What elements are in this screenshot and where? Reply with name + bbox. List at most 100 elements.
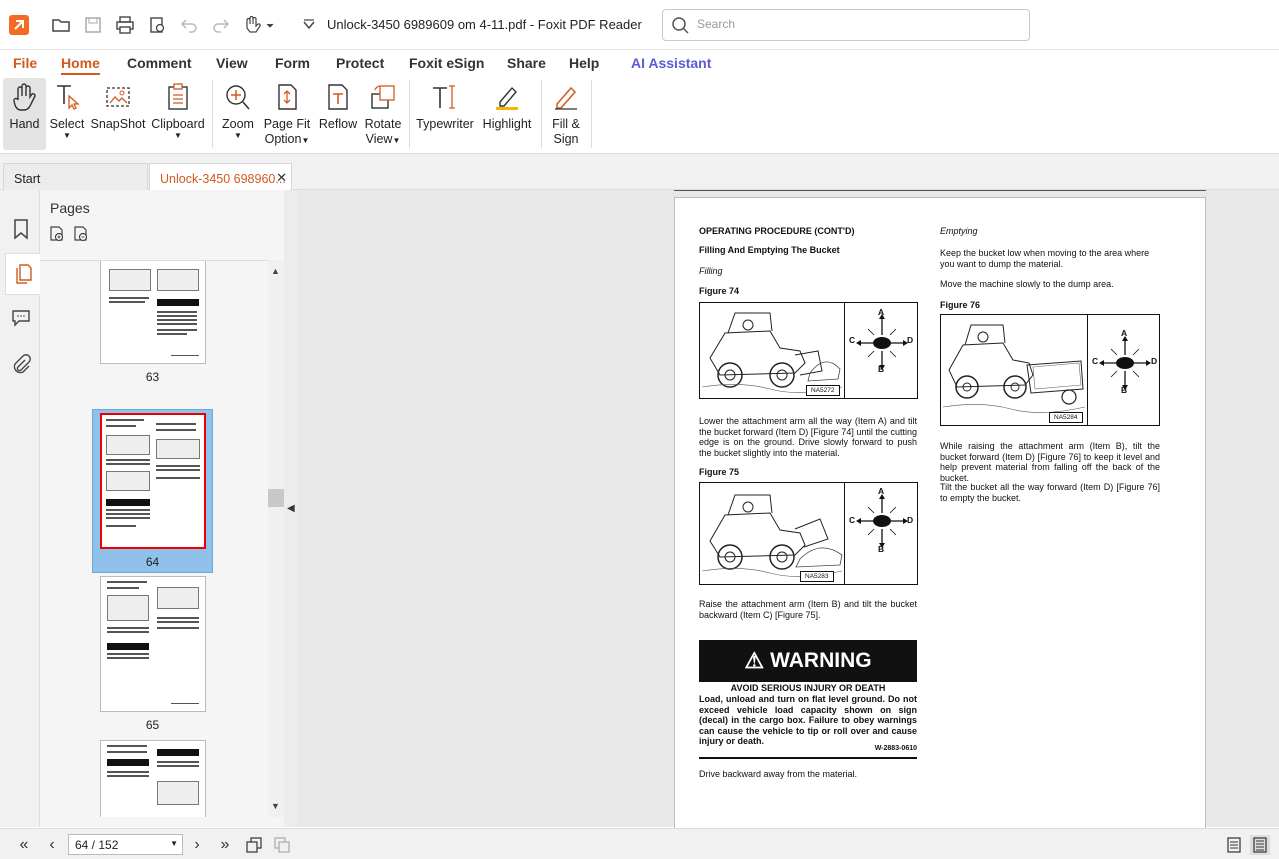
hand-button[interactable]: Hand [3, 78, 46, 150]
snapshot-button[interactable]: SnapShot [91, 78, 145, 150]
thumbnail-zoom-in-icon[interactable] [48, 225, 66, 246]
paragraph-drive-backward: Drive backward away from the material. [699, 769, 858, 779]
page-thumbnail[interactable] [92, 737, 213, 817]
continuous-view-icon[interactable] [1250, 835, 1270, 855]
thumbnail-zoom-out-icon[interactable] [72, 225, 90, 246]
scroll-up-icon[interactable]: ▲ [271, 266, 280, 276]
rotate-view-label: View▼ [365, 132, 401, 146]
menu-protect[interactable]: Protect [336, 55, 384, 71]
menu-help[interactable]: Help [569, 55, 599, 71]
menu-file[interactable]: File [13, 55, 37, 71]
next-view-icon[interactable] [272, 835, 292, 855]
collapse-arrow-icon[interactable]: ◀ [287, 503, 295, 514]
thumbnail-image [99, 261, 206, 364]
quick-access-customize-icon[interactable] [297, 13, 321, 37]
figure-76-label: Figure 76 [940, 300, 981, 310]
undo-icon[interactable] [177, 13, 201, 37]
scrollbar-thumb[interactable] [268, 489, 284, 507]
select-text-icon [52, 80, 82, 114]
bookmark-icon[interactable] [8, 216, 34, 242]
hand-tool-dropdown-icon[interactable] [241, 13, 277, 37]
open-folder-icon[interactable] [49, 13, 73, 37]
utv-bucket-illustration [700, 303, 845, 398]
properties-icon[interactable] [145, 13, 169, 37]
previous-page-icon[interactable]: ‹ [42, 835, 62, 855]
document-view[interactable]: OPERATING PROCEDURE (CONT'D) Filling And… [298, 190, 1279, 837]
rotate-view-button[interactable]: Rotate View▼ [362, 78, 404, 150]
close-tab-icon[interactable]: ✕ [276, 170, 287, 186]
print-icon[interactable] [113, 13, 137, 37]
menu-share[interactable]: Share [507, 55, 546, 71]
search-box[interactable] [662, 9, 1030, 41]
select-button[interactable]: Select ▼ [50, 78, 84, 150]
comment-icon[interactable] [8, 304, 34, 330]
save-icon[interactable] [81, 13, 105, 37]
ribbon-separator [541, 80, 542, 148]
direction-a: A [878, 307, 885, 317]
direction-a: A [1121, 328, 1128, 338]
thumbnail-list: 63 64 65 [40, 260, 268, 817]
select-dropdown-icon[interactable]: ▼ [63, 132, 71, 140]
tab-start[interactable]: Start [3, 163, 148, 190]
direction-b: B [878, 544, 885, 554]
page-dropdown-icon[interactable]: ▼ [170, 839, 178, 848]
warning-text: Load, unload and turn on flat level grou… [699, 694, 917, 746]
previous-view-icon[interactable] [244, 835, 264, 855]
last-page-icon[interactable]: » [215, 835, 235, 855]
ribbon-separator [212, 80, 213, 148]
paragraph-raise-arm: Raise the attachment arm (Item B) and ti… [699, 599, 917, 620]
panel-collapse-handle[interactable]: ◀ [284, 190, 298, 827]
status-bar: « ‹ 64 / 152 ▼ › » [0, 828, 1279, 859]
clipboard-dropdown-icon[interactable]: ▼ [174, 132, 182, 140]
menu-ai-assistant[interactable]: AI Assistant [631, 55, 711, 71]
tab-document[interactable]: Unlock-3450 698960... ✕ [149, 163, 292, 190]
zoom-icon [223, 80, 253, 114]
clipboard-button[interactable]: Clipboard ▼ [151, 78, 205, 150]
figure-code: NA5284 [1049, 412, 1083, 423]
page-number-field[interactable]: 64 / 152 ▼ [68, 834, 183, 855]
page-fit-option-button[interactable]: Page Fit Option▼ [262, 78, 312, 150]
menu-form[interactable]: Form [275, 55, 310, 71]
menu-view[interactable]: View [216, 55, 248, 71]
rotate-label: Rotate [364, 117, 402, 131]
ribbon-toolbar: Hand Select ▼ SnapShot Clipboard ▼ Zoom … [0, 76, 1279, 154]
zoom-button[interactable]: Zoom ▼ [220, 78, 256, 150]
attachment-icon[interactable] [8, 351, 34, 377]
search-input[interactable] [697, 17, 1017, 31]
reflow-button[interactable]: Reflow [318, 78, 358, 150]
thumbnail-image [99, 413, 206, 549]
reflow-icon [323, 80, 353, 114]
typewriter-button[interactable]: Typewriter [416, 78, 474, 150]
scroll-down-icon[interactable]: ▼ [271, 801, 280, 811]
fill-and-sign-button[interactable]: Fill & Sign [547, 78, 585, 150]
single-page-view-icon[interactable] [1224, 835, 1244, 855]
typewriter-icon [430, 80, 460, 114]
menu-comment[interactable]: Comment [127, 55, 192, 71]
warning-banner: ⚠ WARNING [699, 640, 917, 682]
direction-diagram [856, 494, 908, 548]
page-thumbnail[interactable]: 63 [92, 261, 213, 389]
utv-bucket-raised-illustration [700, 483, 845, 584]
menu-home[interactable]: Home [61, 55, 100, 71]
ribbon-separator [591, 80, 592, 148]
direction-b: B [878, 364, 885, 374]
next-page-icon[interactable]: › [187, 835, 207, 855]
reflow-label: Reflow [318, 117, 358, 131]
page-fit-option-label: Option▼ [264, 132, 310, 146]
highlight-button[interactable]: Highlight [480, 78, 534, 150]
redo-icon[interactable] [209, 13, 233, 37]
sign-label: Sign [553, 132, 579, 146]
hand-icon [10, 80, 40, 114]
direction-d: D [1151, 356, 1158, 366]
pages-panel: Pages 63 64 65 ▲ ▼ [40, 190, 284, 827]
first-page-icon[interactable]: « [14, 835, 34, 855]
menu-foxit-esign[interactable]: Foxit eSign [409, 55, 484, 71]
fill-sign-pen-icon [551, 80, 581, 114]
thumbnail-scrollbar[interactable]: ▲ ▼ [268, 260, 284, 817]
page-thumbnail-selected[interactable]: 64 [92, 409, 213, 573]
pages-panel-icon[interactable] [5, 253, 40, 295]
zoom-dropdown-icon[interactable]: ▼ [234, 132, 242, 140]
warning-rule [699, 757, 917, 759]
page-thumbnail[interactable]: 65 [92, 573, 213, 737]
direction-b: B [1121, 385, 1128, 395]
